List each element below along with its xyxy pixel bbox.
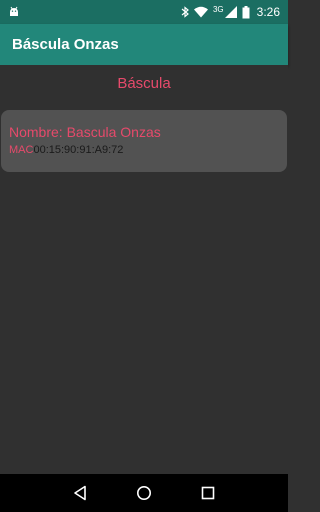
mac-label: MAC: [9, 144, 34, 156]
app-bar: Báscula Onzas: [0, 24, 288, 65]
home-button[interactable]: [130, 479, 158, 507]
network-type-label: 3G: [212, 4, 224, 14]
device-mac-row: MAC00:15:90:91:A9:72: [9, 143, 287, 157]
recents-button[interactable]: [194, 479, 222, 507]
mac-address: 00:15:90:91:A9:72: [33, 144, 124, 156]
android-notification-icon[interactable]: [8, 6, 20, 18]
cell-signal-icon: [224, 6, 237, 18]
device-list-item[interactable]: Nombre: Bascula Onzas MAC00:15:90:91:A9:…: [1, 110, 287, 172]
status-bar: 3G 3:26: [0, 0, 288, 24]
back-button[interactable]: [66, 479, 94, 507]
status-clock: 3:26: [256, 5, 280, 19]
back-icon: [74, 485, 86, 501]
app-title: Báscula Onzas: [12, 36, 119, 53]
device-name: Nombre: Bascula Onzas: [9, 124, 161, 140]
section-title: Báscula: [117, 75, 171, 92]
recents-icon: [201, 486, 215, 500]
main-content: Báscula Nombre: Bascula Onzas MAC00:15:9…: [0, 65, 288, 474]
wifi-icon: [193, 6, 208, 18]
bluetooth-icon: [181, 6, 189, 18]
home-icon: [137, 486, 151, 500]
navigation-bar: [0, 474, 288, 512]
battery-icon: [242, 5, 250, 19]
